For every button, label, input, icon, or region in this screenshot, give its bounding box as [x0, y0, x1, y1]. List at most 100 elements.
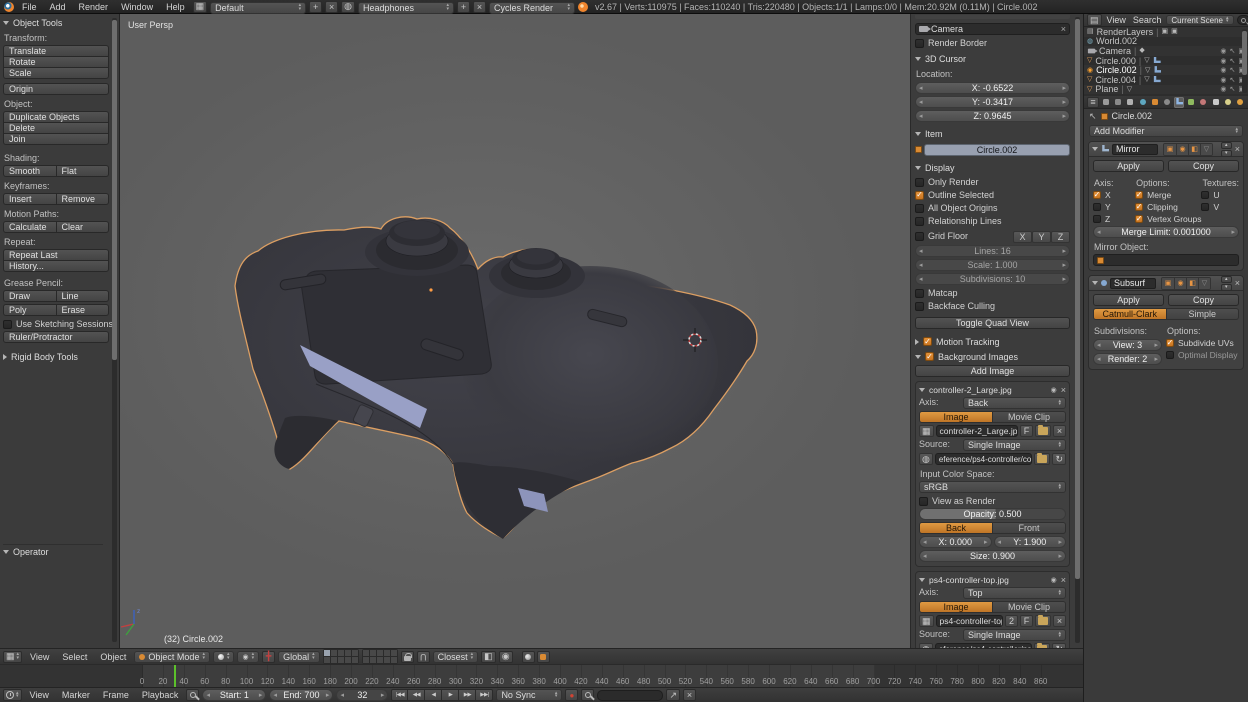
- move-modifier-down-button[interactable]: ▾: [1221, 284, 1232, 291]
- screen-layout-selector[interactable]: Default▴▾: [210, 2, 306, 14]
- next-keyframe-button[interactable]: ▶▶: [459, 689, 476, 701]
- bg2-axis-dropdown[interactable]: Top▴▾: [963, 587, 1066, 599]
- mode-selector[interactable]: Object Mode▴▾: [134, 651, 210, 663]
- relationship-lines-checkbox[interactable]: [915, 217, 924, 226]
- select-toggle-icon[interactable]: ↖: [1230, 66, 1236, 74]
- remove-image-icon[interactable]: ×: [1061, 575, 1066, 585]
- mirror-texture-v-checkbox[interactable]: [1201, 203, 1209, 211]
- snap-peel-icon[interactable]: ◧: [481, 651, 496, 663]
- tab-render-layers-icon[interactable]: [1113, 97, 1123, 108]
- mirror-axis-y-checkbox[interactable]: [1093, 203, 1101, 211]
- subsurf-apply-button[interactable]: Apply: [1093, 294, 1164, 306]
- motion-tracking-panel-header[interactable]: Motion Tracking: [915, 335, 1070, 348]
- delete-scene-button[interactable]: ×: [473, 1, 486, 13]
- insert-keyframes-icon[interactable]: ↗: [666, 689, 680, 701]
- subsurf-modifier-header[interactable]: Subsurf ▣ ◉ ◧ ▽ ▴▾ ×: [1089, 276, 1243, 291]
- operator-panel-header[interactable]: Operator: [3, 544, 103, 557]
- select-toggle-icon[interactable]: ↖: [1230, 76, 1236, 84]
- subsurf-render-field[interactable]: ◂Render: 2▸: [1093, 353, 1162, 365]
- render-border-checkbox[interactable]: [915, 39, 924, 48]
- catmull-clark-toggle[interactable]: Catmull-Clark: [1093, 308, 1167, 320]
- hide-toggle-icon[interactable]: ◉: [1220, 66, 1226, 74]
- collapse-icon[interactable]: [1092, 147, 1098, 151]
- bg1-offset-y-field[interactable]: ◂Y: 1.900▸: [994, 536, 1067, 548]
- play-button[interactable]: ▶: [442, 689, 459, 701]
- outliner-row-camera[interactable]: Camera|◆ ◉↖▣: [1084, 46, 1248, 56]
- add-image-button[interactable]: Add Image: [915, 365, 1070, 377]
- view-as-render-checkbox[interactable]: [919, 497, 928, 506]
- bg1-size-field[interactable]: ◂Size: 0.900▸: [919, 550, 1066, 562]
- blender-logo-icon[interactable]: [4, 2, 14, 12]
- bg2-image-tab[interactable]: Image: [919, 601, 993, 613]
- mirror-apply-button[interactable]: Apply: [1093, 160, 1164, 172]
- current-frame-field[interactable]: ◂32▸: [336, 689, 388, 701]
- simple-toggle[interactable]: Simple: [1167, 308, 1240, 320]
- viewport-visibility-toggle[interactable]: ◉: [1176, 144, 1188, 155]
- matcap-checkbox[interactable]: [915, 289, 924, 298]
- opengl-render-anim-icon[interactable]: [537, 651, 550, 663]
- object-tools-panel-header[interactable]: Object Tools: [3, 16, 109, 29]
- backface-checkbox[interactable]: [915, 302, 924, 311]
- mirror-name-field[interactable]: Mirror: [1112, 144, 1158, 155]
- view3d-menu-object[interactable]: Object: [95, 652, 131, 662]
- tab-constraints-icon[interactable]: [1162, 97, 1172, 108]
- move-modifier-down-button[interactable]: ▾: [1221, 150, 1232, 157]
- bg1-offset-x-field[interactable]: ◂X: 0.000▸: [919, 536, 992, 548]
- hide-toggle-icon[interactable]: ◉: [1220, 76, 1226, 84]
- bg2-movieclip-tab[interactable]: Movie Clip: [993, 601, 1066, 613]
- auto-keyframe-record-button[interactable]: ●: [565, 689, 578, 701]
- open-image-button[interactable]: [1035, 615, 1051, 627]
- layers-grid-left[interactable]: [323, 649, 359, 664]
- scene-icon[interactable]: ◍: [341, 1, 355, 13]
- tool-shelf-scrollbar[interactable]: [112, 18, 117, 642]
- end-frame-field[interactable]: ◂End: 700▸: [269, 689, 333, 701]
- all-origins-checkbox[interactable]: [915, 204, 924, 213]
- pin-icon[interactable]: ↖: [1089, 111, 1097, 122]
- editor-type-icon[interactable]: ▤: [1087, 14, 1102, 26]
- active-keying-set-icon[interactable]: [581, 689, 594, 701]
- bg2-users-count[interactable]: 2: [1005, 615, 1018, 627]
- jump-to-end-button[interactable]: ▶▶|: [476, 689, 493, 701]
- jump-to-start-button[interactable]: |◀◀: [391, 689, 408, 701]
- mirror-modifier-header[interactable]: Mirror ▣ ◉ ◧ ▽ ▴▾ ×: [1089, 142, 1243, 157]
- bg1-source-dropdown[interactable]: Single Image▴▾: [963, 439, 1066, 451]
- outliner-search-field[interactable]: [1237, 15, 1248, 25]
- snap-target-selector[interactable]: Closest▴▾: [433, 651, 479, 663]
- open-image-button[interactable]: [1035, 425, 1051, 437]
- select-toggle-icon[interactable]: ↖: [1230, 57, 1236, 65]
- toggle-quad-view-button[interactable]: Toggle Quad View: [915, 317, 1070, 329]
- hide-toggle-icon[interactable]: ◉: [1220, 47, 1226, 55]
- bg1-fake-user-button[interactable]: F: [1020, 425, 1033, 437]
- browse-file-button[interactable]: [1034, 453, 1050, 465]
- editmode-visibility-toggle[interactable]: ◧: [1188, 144, 1200, 155]
- viewport-3d[interactable]: z User Persp (32) Circle.002: [120, 14, 910, 648]
- view3d-menu-view[interactable]: View: [25, 652, 54, 662]
- backface-culling-row[interactable]: Backface Culling: [915, 301, 1070, 311]
- tab-particles-icon[interactable]: [1223, 97, 1233, 108]
- item-panel-header[interactable]: Item: [915, 127, 1070, 140]
- bg-image-2-header[interactable]: ps4-controller-top.jpg◉×: [919, 574, 1066, 585]
- image-datablock-icon[interactable]: ▦: [919, 425, 934, 437]
- remove-image-icon[interactable]: ×: [1061, 385, 1066, 395]
- start-frame-field[interactable]: ◂Start: 1▸: [202, 689, 266, 701]
- only-render-checkbox[interactable]: [915, 178, 924, 187]
- only-render-row[interactable]: Only Render: [915, 177, 1070, 187]
- outline-selected-row[interactable]: Outline Selected: [915, 190, 1070, 200]
- ruler-protractor-button[interactable]: Ruler/Protractor: [3, 331, 109, 343]
- calculate-paths-button[interactable]: Calculate: [3, 221, 57, 233]
- tab-world-icon[interactable]: [1138, 97, 1148, 108]
- subsurf-name-field[interactable]: Subsurf: [1110, 278, 1156, 289]
- axis-z-toggle[interactable]: Z: [1051, 231, 1070, 243]
- snap-magnet-icon[interactable]: U: [417, 651, 430, 663]
- editor-type-icon[interactable]: ≡: [1087, 97, 1099, 108]
- menu-render[interactable]: Render: [74, 2, 114, 12]
- grid-floor-checkbox[interactable]: [915, 232, 924, 241]
- render-visibility-toggle[interactable]: ▣: [1162, 278, 1174, 289]
- delete-modifier-icon[interactable]: ×: [1235, 144, 1240, 154]
- remove-keyframe-button[interactable]: Remove: [57, 193, 110, 205]
- timeline-menu-playback[interactable]: Playback: [137, 690, 184, 700]
- tab-render-icon[interactable]: [1101, 97, 1111, 108]
- bg-image-1-header[interactable]: controller-2_Large.jpg◉×: [919, 384, 1066, 395]
- scale-button[interactable]: Scale: [3, 67, 109, 79]
- render-engine-selector[interactable]: Cycles Render▴▾: [489, 2, 575, 14]
